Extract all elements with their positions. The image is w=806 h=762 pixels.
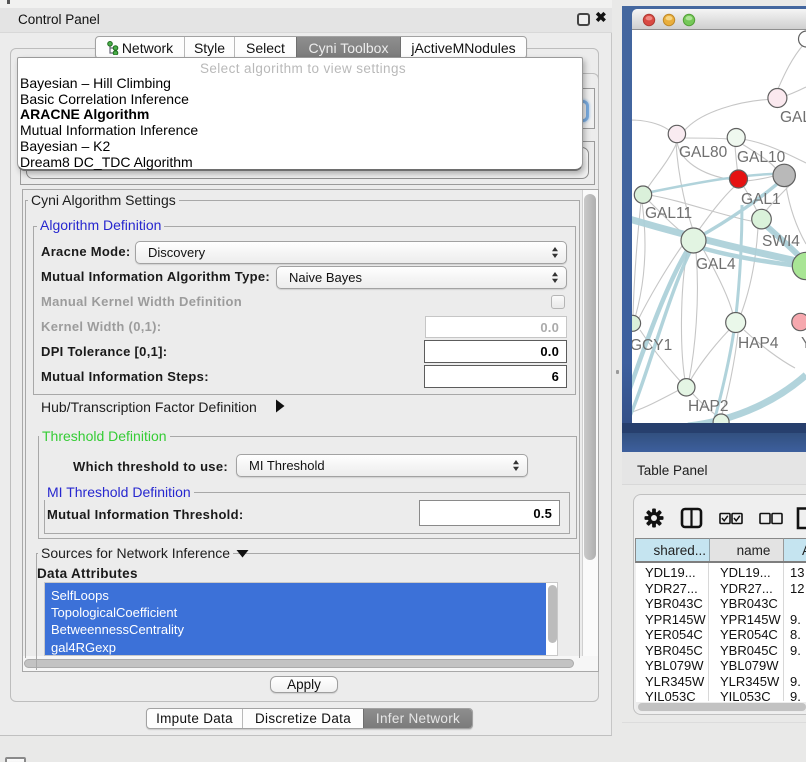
svg-text:GAL1: GAL1 bbox=[741, 191, 781, 208]
svg-text:GCY1: GCY1 bbox=[632, 337, 672, 354]
svg-text:GAL11: GAL11 bbox=[645, 205, 692, 222]
svg-text:GAL10: GAL10 bbox=[737, 149, 786, 166]
svg-text:GAL: GAL bbox=[780, 109, 806, 126]
svg-text:Y: Y bbox=[801, 335, 806, 352]
svg-text:GAL80: GAL80 bbox=[679, 144, 728, 161]
svg-text:HAP2: HAP2 bbox=[688, 398, 729, 415]
svg-text:SWI4: SWI4 bbox=[762, 233, 800, 250]
svg-text:HAP4: HAP4 bbox=[738, 335, 779, 352]
svg-text:GAL4: GAL4 bbox=[696, 256, 736, 273]
